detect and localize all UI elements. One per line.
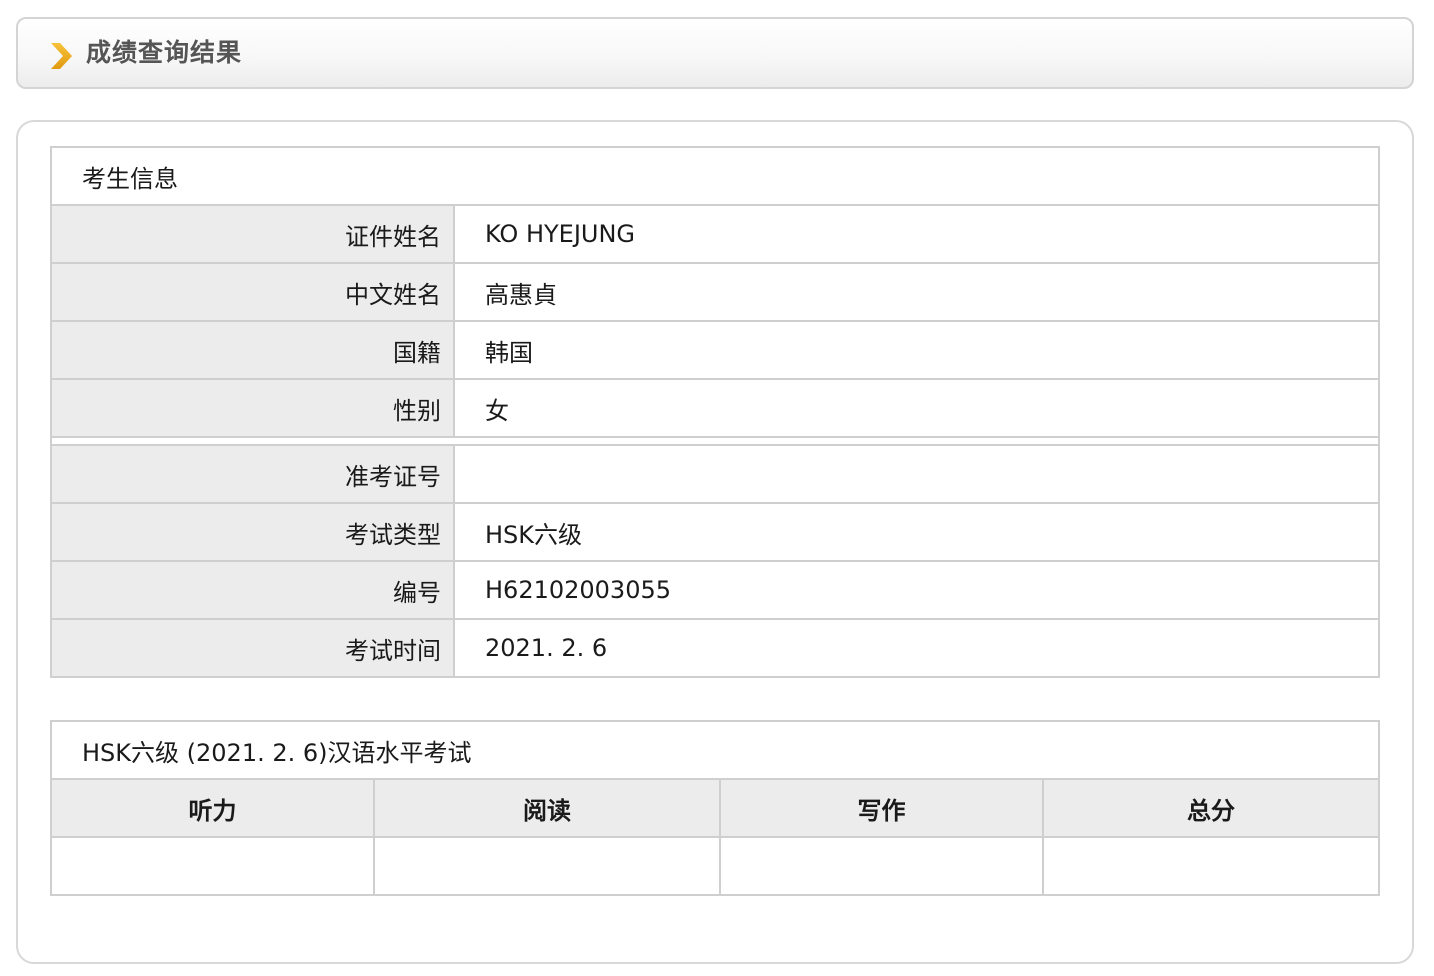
page-title: 成绩查询结果: [86, 38, 243, 67]
table-row: 国籍 韩国: [50, 320, 1380, 380]
gender-value: 女: [453, 378, 1380, 438]
reading-score: [373, 836, 721, 896]
field-label: 证件姓名: [50, 204, 455, 264]
total-score: [1042, 836, 1380, 896]
score-table: HSK六级 (2021. 2. 6)汉语水平考试 听力 阅读 写作 总分: [50, 720, 1380, 896]
total-header: 总分: [1042, 778, 1380, 838]
chinese-name-value: 高惠貞: [453, 262, 1380, 322]
field-label: 性别: [50, 378, 455, 438]
listening-score: [50, 836, 375, 896]
table-row: 性别 女: [50, 378, 1380, 438]
id-name-value: KO HYEJUNG: [453, 204, 1380, 264]
candidate-section-title: 考生信息: [50, 146, 1380, 206]
score-section-title: HSK六级 (2021. 2. 6)汉语水平考试: [50, 720, 1380, 780]
admission-number-value: [453, 444, 1380, 504]
field-label: 中文姓名: [50, 262, 455, 322]
table-row: 考试时间 2021. 2. 6: [50, 618, 1380, 678]
reading-header: 阅读: [373, 778, 721, 838]
writing-header: 写作: [719, 778, 1044, 838]
field-label: 准考证号: [50, 444, 455, 504]
field-label: 考试时间: [50, 618, 455, 678]
score-section-row: HSK六级 (2021. 2. 6)汉语水平考试: [50, 720, 1380, 780]
table-row: 编号 H62102003055: [50, 560, 1380, 620]
exam-date-value: 2021. 2. 6: [453, 618, 1380, 678]
table-row: 准考证号: [50, 444, 1380, 504]
field-label: 国籍: [50, 320, 455, 380]
candidate-info-table: 考生信息 证件姓名 KO HYEJUNG 中文姓名 高惠貞 国籍 韩国 性别 女…: [50, 146, 1380, 678]
writing-score: [719, 836, 1044, 896]
candidate-section-row: 考生信息: [50, 146, 1380, 206]
table-row: 中文姓名 高惠貞: [50, 262, 1380, 322]
score-header-row: 听力 阅读 写作 总分: [50, 778, 1380, 838]
exam-type-value: HSK六级: [453, 502, 1380, 562]
listening-header: 听力: [50, 778, 375, 838]
field-label: 考试类型: [50, 502, 455, 562]
field-label: 编号: [50, 560, 455, 620]
table-row: 证件姓名 KO HYEJUNG: [50, 204, 1380, 264]
serial-number-value: H62102003055: [453, 560, 1380, 620]
score-values-row: [50, 836, 1380, 896]
section-divider: [50, 436, 1380, 446]
nationality-value: 韩国: [453, 320, 1380, 380]
chevron-right-icon: [51, 43, 72, 69]
table-row: 考试类型 HSK六级: [50, 502, 1380, 562]
page-header: 成绩查询结果: [16, 17, 1414, 89]
